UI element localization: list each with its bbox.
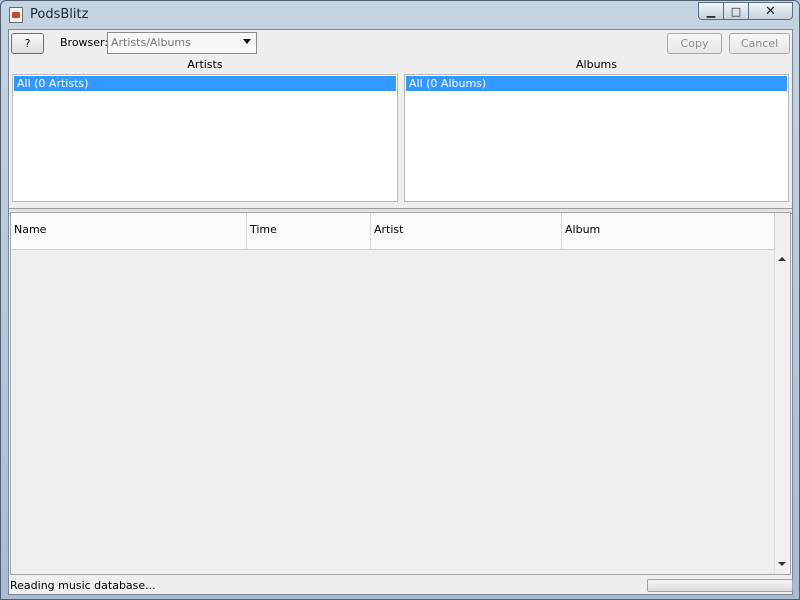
vertical-scrollbar[interactable] [774,249,790,574]
help-button[interactable]: ? [11,33,44,54]
app-window: PodsBlitz ▁ □ ✕ ? Browser: Artists/Album… [0,0,800,600]
column-header-name[interactable]: Name [11,213,247,249]
column-header-time[interactable]: Time [247,213,371,249]
title-bar[interactable]: PodsBlitz ▁ □ ✕ [1,1,799,29]
status-text: Reading music database... [10,579,156,592]
maximize-icon: □ [730,4,742,18]
browser-select-value: Artists/Albums [111,36,191,49]
toolbar: ? Browser: Artists/Albums Copy Cancel [9,30,792,57]
copy-button[interactable]: Copy [667,33,722,54]
minimize-icon: ▁ [706,4,716,18]
close-button[interactable]: ✕ [749,2,793,20]
browser-label: Browser: [60,36,109,49]
cancel-button[interactable]: Cancel [729,33,790,54]
close-icon: ✕ [765,3,776,19]
artists-list-item-all[interactable]: All (0 Artists) [14,76,396,91]
progress-bar [647,579,793,592]
column-header-album[interactable]: Album [562,213,775,249]
albums-header: Albums [576,58,617,71]
table-header: Name Time Artist Album [11,213,775,250]
window-title: PodsBlitz [30,7,89,22]
window-controls: ▁ □ ✕ [698,2,793,20]
main-content: ? Browser: Artists/Albums Copy Cancel Ar… [8,29,793,595]
column-header-artist[interactable]: Artist [371,213,562,249]
app-icon[interactable] [9,7,23,23]
albums-list-item-all[interactable]: All (0 Albums) [406,76,787,91]
maximize-button[interactable]: □ [724,2,749,20]
minimize-button[interactable]: ▁ [698,2,724,20]
scroll-up-icon[interactable] [778,257,786,261]
tracks-table: Name Time Artist Album [10,212,791,575]
artists-list[interactable]: All (0 Artists) [12,74,398,202]
chevron-down-icon[interactable] [243,39,251,44]
browser-select[interactable]: Artists/Albums [107,32,257,54]
scroll-down-icon[interactable] [778,562,786,566]
artists-header: Artists [187,58,223,71]
albums-list[interactable]: All (0 Albums) [404,74,789,202]
